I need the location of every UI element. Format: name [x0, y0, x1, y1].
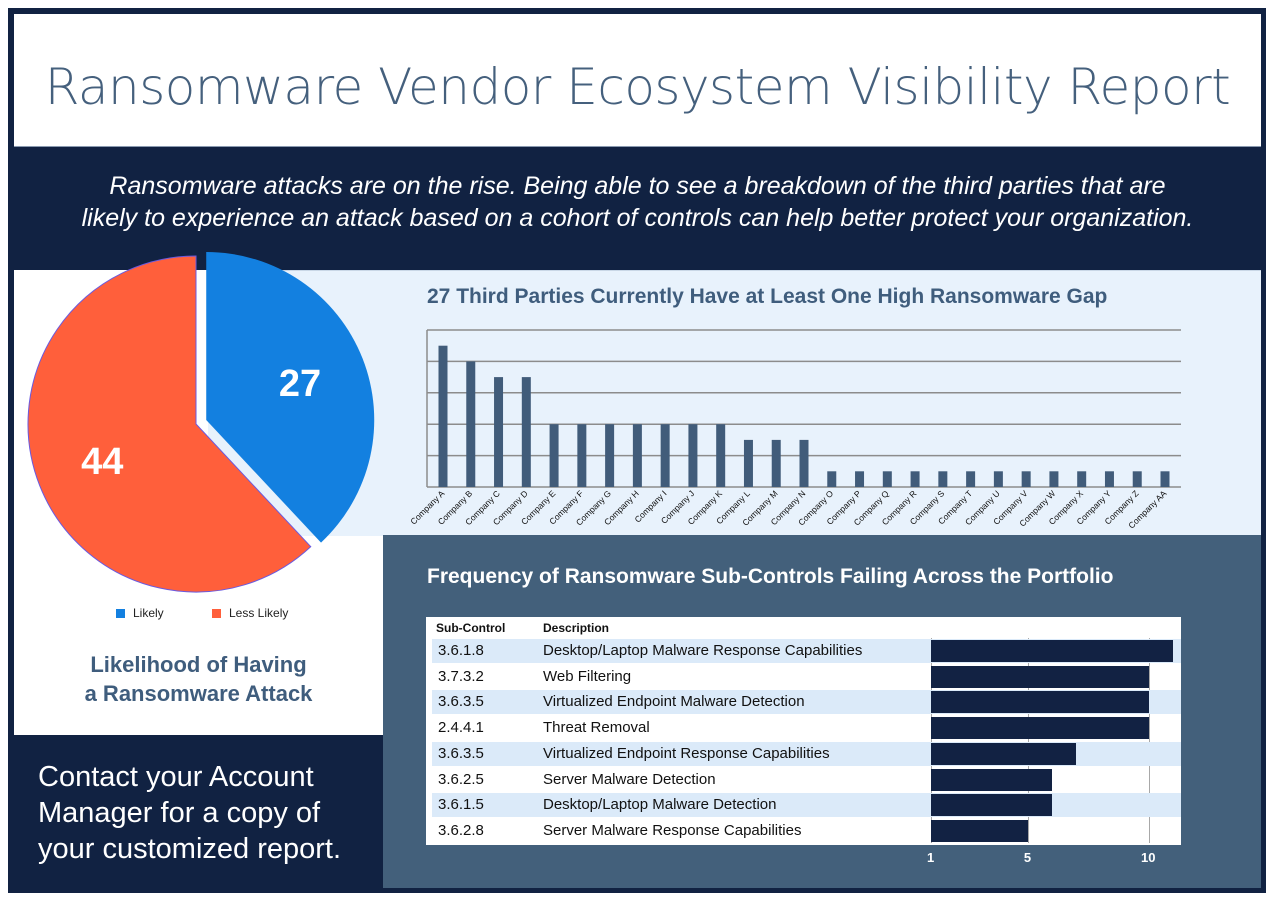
bar-company-d — [521, 377, 531, 487]
bar-company-w — [1049, 471, 1059, 487]
bar-company-i — [660, 424, 670, 487]
legend-swatch-likely — [116, 609, 125, 618]
legend-label-less-likely: Less Likely — [229, 606, 289, 620]
legend-label-likely: Likely — [133, 606, 164, 620]
bar-company-y — [1104, 471, 1114, 487]
legend-item-less-likely: Less Likely — [212, 606, 288, 620]
bar-company-z — [1132, 471, 1142, 487]
bar-company-l — [743, 439, 753, 487]
contact-box: Contact your Account Manager for a copy … — [14, 735, 383, 888]
bar-company-o — [827, 471, 837, 487]
bar-company-g — [605, 424, 615, 487]
contact-text: Contact your Account Manager for a copy … — [38, 759, 341, 867]
bar-company-b — [466, 361, 476, 487]
pie-data-label-likely: 27 — [279, 363, 321, 405]
pie-chart-title: Likelihood of Having a Ransomware Attack — [14, 650, 383, 708]
bar-company-s — [938, 471, 948, 487]
legend-item-likely: Likely — [116, 606, 164, 620]
bar-company-p — [855, 471, 865, 487]
contact-line-2: Manager for a copy of — [38, 797, 321, 829]
bar-company-j — [688, 424, 698, 487]
bar-company-u — [993, 471, 1003, 487]
bar-company-a — [438, 345, 448, 487]
pie-title-line-1: Likelihood of Having — [90, 652, 307, 677]
bar-company-t — [966, 471, 976, 487]
pie-title-line-2: a Ransomware Attack — [84, 681, 313, 706]
contact-line-3: your customized report. — [38, 833, 342, 865]
bar-company-r — [910, 471, 920, 487]
bar-company-h — [632, 424, 642, 487]
bar-company-v — [1021, 471, 1031, 487]
bar-company-k — [716, 424, 726, 487]
bar-company-aa — [1160, 471, 1170, 487]
bar-company-x — [1077, 471, 1087, 487]
bar-company-q — [882, 471, 892, 487]
bar-company-m — [771, 439, 781, 487]
bar-company-c — [494, 377, 504, 487]
pie-data-label-less-likely: 44 — [81, 441, 123, 483]
bar-company-n — [799, 439, 809, 487]
legend-swatch-less-likely — [212, 609, 221, 618]
contact-line-1: Contact your Account — [38, 761, 314, 793]
bar-company-f — [577, 424, 587, 487]
bar-company-e — [549, 424, 559, 487]
